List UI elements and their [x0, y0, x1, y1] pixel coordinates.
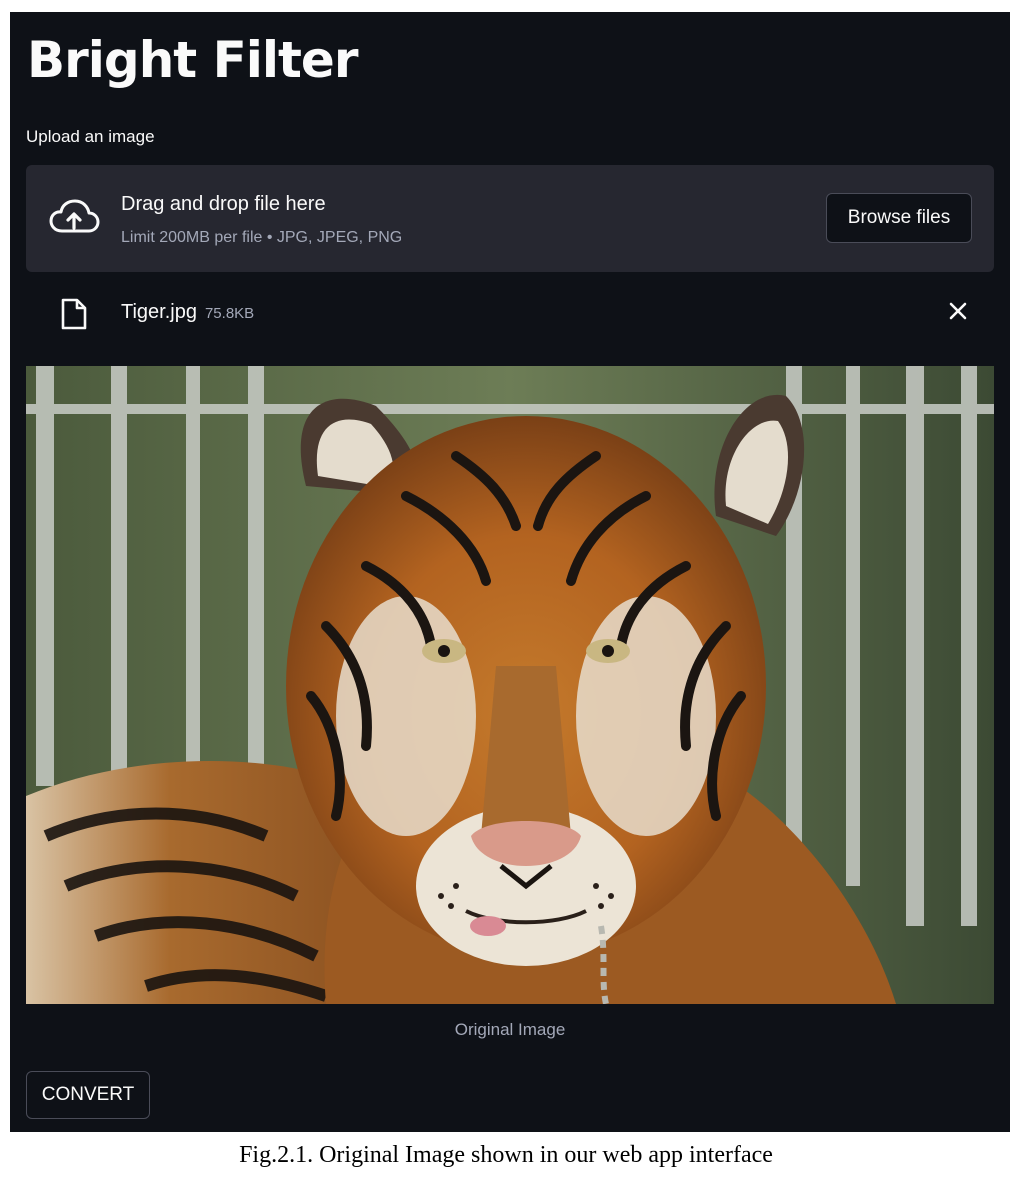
uploaded-file-item: Tiger.jpg 75.8KB	[26, 287, 994, 339]
file-name-text: Tiger.jpg	[121, 301, 197, 323]
file-icon	[60, 297, 88, 331]
file-dropzone[interactable]: Drag and drop file here Limit 200MB per …	[26, 165, 994, 272]
close-icon	[948, 301, 968, 326]
uploaded-file-name: Tiger.jpg 75.8KB	[121, 301, 254, 324]
figure-caption: Fig.2.1. Original Image shown in our web…	[239, 1142, 773, 1168]
convert-button[interactable]: CONVERT	[26, 1071, 150, 1119]
original-image	[26, 366, 994, 1004]
dropzone-instructions: Drag and drop file here	[121, 193, 326, 215]
page-title: Bright Filter	[27, 31, 359, 89]
cloud-upload-icon	[48, 197, 100, 237]
file-size: 75.8KB	[204, 305, 255, 322]
browse-files-button[interactable]: Browse files	[826, 193, 972, 243]
image-caption: Original Image	[454, 1020, 566, 1039]
app-window: Bright Filter Upload an image Drag and d…	[10, 12, 1010, 1132]
remove-file-button[interactable]	[942, 297, 974, 329]
upload-label: Upload an image	[26, 127, 155, 146]
dropzone-limits: Limit 200MB per file • JPG, JPEG, PNG	[121, 229, 403, 246]
